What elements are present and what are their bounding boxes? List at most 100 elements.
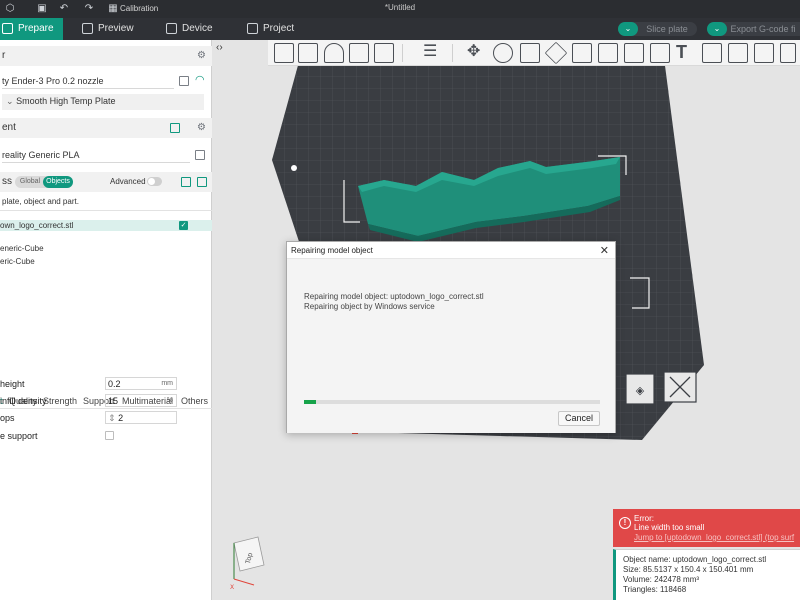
add-object-icon[interactable]	[274, 43, 294, 63]
arrange-icon[interactable]	[349, 43, 369, 63]
tab-prepare[interactable]: Prepare	[0, 18, 63, 40]
dialog-header: Repairing model object ✕	[287, 242, 615, 259]
tab-others[interactable]: Others	[181, 396, 208, 406]
param-label: ops	[0, 413, 15, 423]
part-name[interactable]: eneric-Cube	[0, 244, 44, 253]
support-paint-icon[interactable]	[598, 43, 618, 63]
advanced-toggle[interactable]	[147, 177, 162, 186]
divider	[0, 408, 212, 409]
cube-icon	[2, 23, 13, 34]
tab-strength[interactable]: Strength	[43, 396, 77, 406]
error-message: Line width too small	[634, 523, 705, 532]
object-checkbox[interactable]: ✓	[179, 221, 188, 230]
orient-icon: ◈	[636, 384, 645, 397]
repair-method-line: Repairing object by Windows service	[304, 302, 435, 311]
assembly-icon[interactable]	[728, 43, 748, 63]
tab-label: Project	[263, 23, 295, 34]
progress-bar	[304, 400, 600, 404]
tab-device[interactable]: Device	[164, 18, 234, 40]
tab-label: Preview	[98, 23, 134, 34]
dialog-title: Repairing model object	[291, 246, 373, 255]
wifi-icon[interactable]: ◠	[195, 73, 205, 86]
axis-x-label: X	[230, 584, 234, 591]
unit-label: mm	[161, 380, 173, 387]
rotate-icon[interactable]	[493, 43, 513, 63]
error-icon: !	[619, 517, 631, 529]
printer-select[interactable]: ty Ender-3 Pro 0.2 nozzle	[2, 74, 174, 89]
chevron-down-icon[interactable]: ⌄	[618, 22, 638, 36]
settings-sliders-icon[interactable]: ⚙	[197, 51, 207, 61]
object-volume-info: Volume: 242478 mm³	[623, 575, 700, 584]
divider	[0, 210, 212, 211]
split-objects-icon[interactable]	[374, 43, 394, 63]
tab-label: Device	[182, 23, 213, 34]
cut-icon[interactable]	[572, 43, 592, 63]
param-label: e support	[0, 431, 38, 441]
object-name[interactable]: own_logo_correct.stl	[0, 221, 73, 230]
chevron-down-icon[interactable]: ⌄	[707, 22, 727, 36]
layers-list-icon[interactable]: ☰	[423, 43, 443, 63]
fit-view-icon[interactable]	[754, 43, 774, 63]
toolbar-divider	[402, 44, 403, 62]
process-list-icon[interactable]	[181, 177, 191, 187]
close-icon[interactable]: ✕	[600, 244, 609, 257]
add-plate-icon[interactable]	[298, 43, 318, 63]
input-value: 15	[108, 396, 119, 406]
lay-on-face-icon[interactable]	[544, 41, 568, 65]
edit-icon[interactable]	[179, 76, 189, 86]
text-tool-icon[interactable]: T	[676, 43, 696, 63]
more-tools-icon[interactable]	[780, 43, 796, 63]
tab-preview[interactable]: Preview	[80, 18, 150, 40]
tab-label: Prepare	[18, 23, 54, 34]
repair-dialog: Repairing model object ✕ Repairing model…	[286, 241, 616, 433]
layers-icon	[82, 23, 93, 34]
window-title: *Untitled	[384, 3, 416, 12]
advanced-label: Advanced	[110, 177, 146, 186]
tab-project[interactable]: Project	[245, 18, 315, 40]
dialog-body: Repairing model object: uptodown_logo_co…	[287, 259, 615, 433]
object-triangles-info: Triangles: 118468	[623, 585, 687, 594]
settings-sliders-icon[interactable]: ⚙	[197, 123, 207, 133]
cancel-button[interactable]: Cancel	[558, 411, 600, 426]
scale-icon[interactable]	[520, 43, 540, 63]
error-title: Error:	[634, 514, 654, 523]
edit-icon[interactable]	[195, 150, 205, 160]
process-compare-icon[interactable]	[197, 177, 207, 187]
support-checkbox[interactable]	[105, 431, 114, 440]
title-bar: ⬡ ▣ ↶ ↷ ▦ Calibration *Untitled	[0, 0, 800, 18]
stepper-icon[interactable]: ⇕	[108, 413, 116, 423]
filament-select[interactable]: reality Generic PLA	[2, 148, 190, 163]
collapse-sidebar-icon[interactable]: ‹›	[216, 42, 223, 53]
seam-paint-icon[interactable]	[624, 43, 644, 63]
export-gcode-button[interactable]: ⌄ Export G-code fi	[707, 22, 800, 36]
axis-x-line	[233, 578, 255, 586]
wall-loops-input[interactable]: ⇕ 2	[105, 411, 177, 424]
measure-icon[interactable]	[702, 43, 722, 63]
main-tab-bar: Prepare Preview Device Project ⌄ Slice p…	[0, 18, 800, 40]
move-icon[interactable]: ✥	[467, 43, 487, 63]
process-hint: plate, object and part.	[2, 197, 79, 206]
repair-status-line: Repairing model object: uptodown_logo_co…	[304, 292, 484, 301]
object-info-panel: Object name: uptodown_logo_correct.stl S…	[613, 549, 800, 600]
monitor-icon	[166, 23, 177, 34]
add-filament-icon[interactable]	[170, 123, 180, 133]
process-section-label: ss	[2, 176, 12, 187]
error-jump-link[interactable]: Jump to [uptodown_logo_correct.stl] (top…	[634, 533, 794, 542]
toggle-global[interactable]: Global	[16, 176, 44, 188]
slice-plate-button[interactable]: ⌄ Slice plate	[618, 22, 697, 36]
toggle-knob	[148, 178, 155, 185]
toggle-objects[interactable]: Objects	[43, 176, 73, 188]
viewport-toolbar: ☰ ✥ T	[268, 40, 800, 66]
infill-density-input[interactable]: 15 %	[105, 394, 177, 407]
orientation-cube[interactable]: X Top	[230, 536, 270, 591]
auto-orient-icon[interactable]	[324, 43, 344, 63]
plate-type-select[interactable]: ⌄ Smooth High Temp Plate	[2, 94, 204, 110]
chevron-down-icon: ⌄	[6, 96, 14, 106]
input-value: 0.2	[108, 379, 121, 389]
color-paint-icon[interactable]	[650, 43, 670, 63]
filament-section-label: ent	[2, 122, 16, 133]
object-name-info: Object name: uptodown_logo_correct.stl	[623, 555, 767, 564]
layer-height-input[interactable]: 0.2 mm	[105, 377, 177, 390]
part-name[interactable]: eric-Cube	[0, 257, 35, 266]
param-label: infill density	[0, 396, 47, 406]
